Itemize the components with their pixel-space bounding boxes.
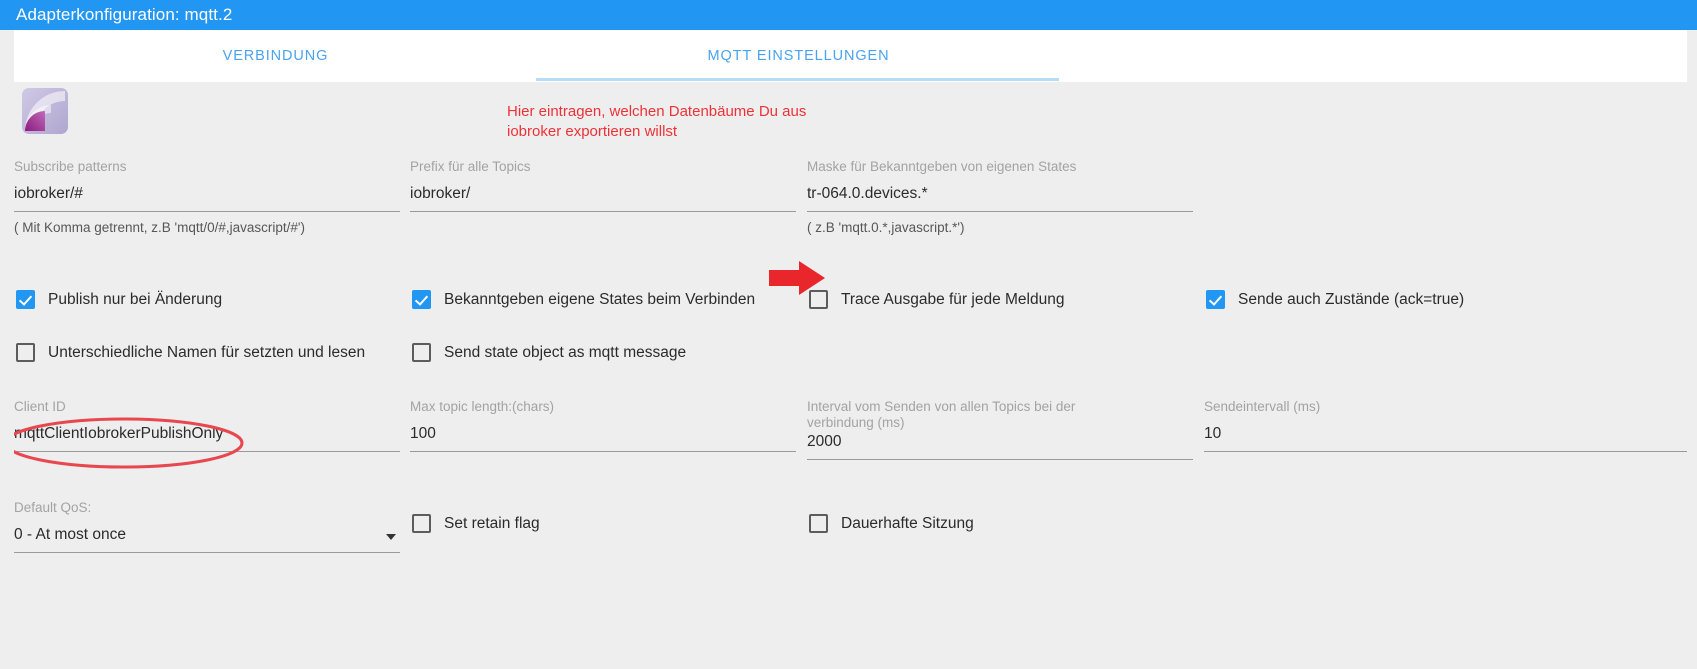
- red-ellipse-icon: [2, 415, 246, 471]
- active-tab-indicator: [536, 78, 1059, 81]
- max-topic-length-input[interactable]: 100: [410, 415, 796, 444]
- set-retain-flag-box[interactable]: [412, 514, 431, 533]
- send-state-object-label: Send state object as mqtt message: [444, 343, 687, 361]
- prefix-topics-underline: [410, 211, 796, 212]
- tab-mqtt-einstellungen-label: MQTT EINSTELLUNGEN: [707, 48, 890, 64]
- persistent-session-box[interactable]: [809, 514, 828, 533]
- checkbox-send-state-object[interactable]: Send state object as mqtt message: [412, 343, 686, 362]
- tab-mqtt-einstellungen[interactable]: MQTT EINSTELLUNGEN: [537, 30, 1060, 82]
- publish-on-change-box[interactable]: [16, 290, 35, 309]
- field-subscribe-patterns: Subscribe patterns iobroker/# ( Mit Komm…: [14, 159, 400, 235]
- subscribe-patterns-hint: ( Mit Komma getrennt, z.B 'mqtt/0/#,java…: [14, 220, 306, 235]
- own-states-mask-label: Maske für Bekanntgeben von eigenen State…: [807, 159, 1077, 174]
- publish-on-change-label: Publish nur bei Änderung: [48, 290, 223, 308]
- subscribe-patterns-label: Subscribe patterns: [14, 159, 127, 174]
- send-states-ack-box[interactable]: [1206, 290, 1225, 309]
- tab-verbindung[interactable]: VERBINDUNG: [14, 30, 537, 82]
- persistent-session-label: Dauerhafte Sitzung: [841, 514, 974, 532]
- set-retain-flag-label: Set retain flag: [444, 514, 540, 532]
- send-all-topics-interval-input[interactable]: 2000: [807, 431, 1193, 452]
- default-qos-label: Default QoS:: [14, 500, 92, 515]
- checkbox-set-retain-flag[interactable]: Set retain flag: [412, 514, 540, 533]
- checkbox-persistent-session[interactable]: Dauerhafte Sitzung: [809, 514, 974, 533]
- checkbox-send-states-ack[interactable]: Sende auch Zustände (ack=true): [1206, 290, 1464, 309]
- send-interval-input[interactable]: 10: [1204, 415, 1687, 444]
- chevron-down-icon[interactable]: [386, 534, 396, 540]
- announce-own-states-box[interactable]: [412, 290, 431, 309]
- prefix-topics-input[interactable]: iobroker/: [410, 175, 796, 204]
- own-states-mask-input[interactable]: tr-064.0.devices.*: [807, 175, 1193, 204]
- tab-strip: VERBINDUNG MQTT EINSTELLUNGEN: [14, 30, 1687, 82]
- subscribe-patterns-input[interactable]: iobroker/#: [14, 175, 400, 204]
- default-qos-underline: [14, 552, 400, 553]
- send-interval-label: Sendeintervall (ms): [1204, 399, 1321, 414]
- send-state-object-box[interactable]: [412, 343, 431, 362]
- checkbox-announce-own-states[interactable]: Bekanntgeben eigene States beim Verbinde…: [412, 290, 755, 309]
- prefix-topics-label: Prefix für alle Topics: [410, 159, 531, 174]
- own-states-mask-hint: ( z.B 'mqtt.0.*,javascript.*'): [807, 220, 965, 235]
- field-prefix-topics: Prefix für alle Topics iobroker/: [410, 159, 796, 212]
- field-own-states-mask: Maske für Bekanntgeben von eigenen State…: [807, 159, 1193, 235]
- checkbox-different-names[interactable]: Unterschiedliche Namen für setzten und l…: [16, 343, 365, 362]
- different-names-box[interactable]: [16, 343, 35, 362]
- field-default-qos: Default QoS: 0 - At most once: [14, 500, 400, 553]
- mqtt-adapter-logo-icon: [21, 87, 69, 135]
- adapter-config-window: Adapterkonfiguration: mqtt.2 VERBINDUNG …: [0, 0, 1697, 669]
- client-id-label: Client ID: [14, 399, 66, 414]
- trace-output-box[interactable]: [809, 290, 828, 309]
- field-send-interval: Sendeintervall (ms) 10: [1204, 399, 1687, 452]
- announce-own-states-label: Bekanntgeben eigene States beim Verbinde…: [444, 290, 756, 308]
- max-topic-length-underline: [410, 451, 796, 452]
- red-annotation-note: Hier eintragen, welchen Datenbäume Du au…: [507, 103, 807, 140]
- field-send-all-topics-interval: Interval vom Senden von allen Topics bei…: [807, 399, 1193, 460]
- right-gutter: [1687, 30, 1697, 669]
- send-all-topics-interval-label: Interval vom Senden von allen Topics bei…: [807, 399, 1076, 430]
- settings-panel: Hier eintragen, welchen Datenbäume Du au…: [4, 83, 1687, 669]
- different-names-label: Unterschiedliche Namen für setzten und l…: [48, 343, 366, 361]
- window-title-bar: Adapterkonfiguration: mqtt.2: [0, 0, 1697, 30]
- checkbox-publish-on-change[interactable]: Publish nur bei Änderung: [16, 290, 222, 309]
- default-qos-select[interactable]: 0 - At most once: [14, 516, 400, 545]
- send-states-ack-label: Sende auch Zustände (ack=true): [1238, 290, 1465, 308]
- send-all-topics-interval-underline: [807, 459, 1193, 460]
- tab-verbindung-label: VERBINDUNG: [222, 48, 329, 64]
- left-gutter: [0, 30, 14, 669]
- field-max-topic-length: Max topic length:(chars) 100: [410, 399, 796, 452]
- checkbox-trace-output[interactable]: Trace Ausgabe für jede Meldung: [809, 290, 1064, 309]
- send-interval-underline: [1204, 451, 1687, 452]
- max-topic-length-label: Max topic length:(chars): [410, 399, 555, 414]
- trace-output-label: Trace Ausgabe für jede Meldung: [841, 290, 1065, 308]
- window-title: Adapterkonfiguration: mqtt.2: [16, 5, 233, 24]
